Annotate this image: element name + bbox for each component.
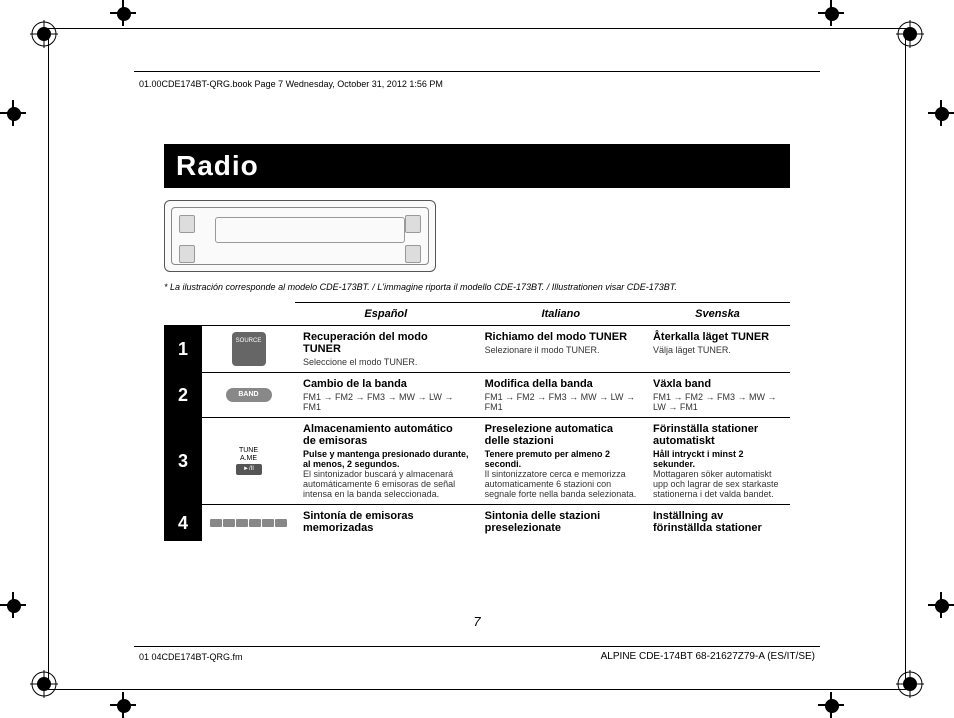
r3-it-body: Il sintonizzatore cerca e memorizza auto…: [485, 469, 637, 499]
instructions-table: Español Italiano Svenska 1 SOURCE Recupe…: [164, 302, 790, 541]
lang-sv: Svenska: [645, 303, 790, 326]
content-area: Radio * La ilustración corresponde al mo…: [164, 144, 790, 541]
r3-it-sub: Tenere premuto per almeno 2 secondi.: [485, 449, 637, 469]
lang-it: Italiano: [477, 303, 645, 326]
r4-es-title: Sintonía de emisoras memorizadas: [303, 510, 469, 534]
page-frame: 01.00CDE174BT-QRG.book Page 7 Wednesday,…: [48, 28, 906, 690]
r2-es-title: Cambio de la banda: [303, 378, 469, 390]
r3-sv-title: Förinställa stationer automatiskt: [653, 423, 782, 447]
footer-rule: [134, 646, 820, 647]
section-title: Radio: [164, 144, 790, 188]
page-number: 7: [49, 614, 905, 629]
crop-mark-icon: [896, 670, 924, 698]
r1-sv-title: Återkalla läget TUNER: [653, 331, 782, 343]
registration-mark-icon: [110, 692, 136, 718]
header-text: 01.00CDE174BT-QRG.book Page 7 Wednesday,…: [139, 79, 443, 89]
registration-mark-icon: [818, 692, 844, 718]
band-button-icon: BAND: [226, 388, 272, 402]
r3-es-sub: Pulse y mantenga presionado durante, al …: [303, 449, 469, 469]
lang-es: Español: [295, 303, 477, 326]
step-2: 2: [164, 373, 202, 418]
play-pause-icon: ►/II: [236, 464, 262, 475]
source-button-icon: SOURCE: [232, 332, 266, 366]
tune-label: TUNEA.ME: [210, 447, 287, 462]
r1-es-body: Seleccione el modo TUNER.: [303, 357, 469, 367]
r4-it-title: Sintonia delle stazioni preselezionate: [485, 510, 637, 534]
r2-it-title: Modifica della banda: [485, 378, 637, 390]
footer-right: ALPINE CDE-174BT 68-21627Z79-A (ES/IT/SE…: [601, 651, 815, 662]
registration-mark-icon: [0, 100, 26, 126]
r3-it-title: Preselezione automatica delle stazioni: [485, 423, 637, 447]
radio-illustration: [164, 200, 436, 272]
r1-it-body: Selezionare il modo TUNER.: [485, 345, 637, 355]
preset-buttons-icon: [210, 519, 287, 527]
step-4: 4: [164, 505, 202, 542]
registration-mark-icon: [928, 592, 954, 618]
step-3: 3: [164, 418, 202, 505]
r3-es-body: El sintonizador buscará y almacenará aut…: [303, 469, 469, 499]
footer-left: 01 04CDE174BT-QRG.fm: [139, 652, 243, 662]
r2-sv-title: Växla band: [653, 378, 782, 390]
header-rule: [134, 71, 820, 72]
r3-es-title: Almacenamiento automático de emisoras: [303, 423, 469, 447]
registration-mark-icon: [818, 0, 844, 26]
r1-sv-body: Välja läget TUNER.: [653, 345, 782, 355]
crop-mark-icon: [30, 670, 58, 698]
registration-mark-icon: [0, 592, 26, 618]
registration-mark-icon: [110, 0, 136, 26]
r4-sv-title: Inställning av förinställda stationer: [653, 510, 782, 534]
registration-mark-icon: [928, 100, 954, 126]
r1-it-title: Richiamo del modo TUNER: [485, 331, 637, 343]
r3-sv-sub: Håll intryckt i minst 2 sekunder.: [653, 449, 782, 469]
r2-sv-body: FM1 → FM2 → FM3 → MW → LW → FM1: [653, 392, 782, 412]
illustration-caption: * La ilustración corresponde al modelo C…: [164, 282, 790, 292]
r2-it-body: FM1 → FM2 → FM3 → MW → LW → FM1: [485, 392, 637, 412]
r1-es-title: Recuperación del modo TUNER: [303, 331, 469, 355]
r2-es-body: FM1 → FM2 → FM3 → MW → LW → FM1: [303, 392, 469, 412]
crop-mark-icon: [30, 20, 58, 48]
step-1: 1: [164, 326, 202, 373]
r3-sv-body: Mottagaren söker automatiskt upp och lag…: [653, 469, 782, 499]
crop-mark-icon: [896, 20, 924, 48]
